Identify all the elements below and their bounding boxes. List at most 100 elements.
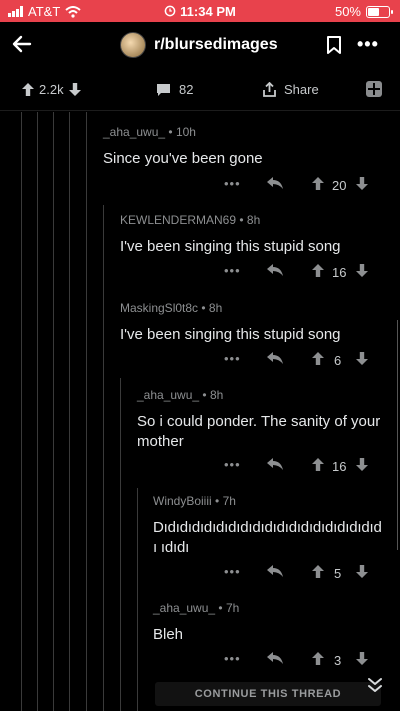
- subreddit-name: r/blursedimages: [154, 36, 278, 53]
- divider: [0, 110, 400, 111]
- comment-age: 8h: [246, 213, 261, 227]
- reply-icon[interactable]: [266, 651, 284, 665]
- comment-age: 10h: [175, 125, 196, 139]
- thread-line: [137, 488, 138, 711]
- more-icon[interactable]: •••: [224, 263, 241, 278]
- more-icon[interactable]: •••: [224, 651, 241, 666]
- comment-meta: _aha_uwu_ • 8h: [137, 388, 224, 402]
- collapse-chevrons-icon[interactable]: [367, 676, 383, 694]
- post-vote: 2.2k: [22, 82, 81, 97]
- comment-meta: KEWLENDERMAN69 • 8h: [120, 213, 261, 227]
- battery-icon: [366, 5, 393, 18]
- clock: 11:34 PM: [180, 4, 236, 19]
- thread-line: [21, 112, 22, 711]
- upvote-icon[interactable]: [312, 652, 324, 665]
- share-icon: [263, 82, 276, 97]
- comment-author[interactable]: MaskingSl0t8c: [120, 301, 198, 315]
- downvote-icon[interactable]: [356, 177, 368, 190]
- more-icon[interactable]: •••: [224, 457, 241, 472]
- comment: _aha_uwu_ • 7h Bleh: [153, 601, 385, 645]
- comment: KEWLENDERMAN69 • 8h I've been singing th…: [120, 213, 392, 257]
- comment-actions: ••• 16: [224, 263, 384, 283]
- more-icon[interactable]: •••: [224, 351, 241, 366]
- comment-body: So i could ponder. The sanity of your mo…: [137, 413, 381, 450]
- thread-line: [397, 320, 398, 550]
- comment-meta: _aha_uwu_ • 7h: [153, 601, 240, 615]
- upvote-icon[interactable]: [312, 264, 324, 277]
- comment-body: Dıdıdıdıdıdıdıdıdıdıdıdıdıdıdıdıdıdıdı ı…: [153, 519, 382, 556]
- downvote-icon[interactable]: [356, 652, 368, 665]
- comment-age: 7h: [225, 601, 240, 615]
- subreddit-title[interactable]: r/blursedimages: [120, 32, 278, 58]
- post-header: r/blursedimages •••: [0, 22, 400, 70]
- thread-line: [86, 112, 87, 711]
- downvote-icon[interactable]: [356, 458, 368, 471]
- status-bar: AT&T 11:34 PM 50%: [0, 0, 400, 22]
- comment-body: Since you've been gone: [103, 150, 263, 167]
- comment-author[interactable]: _aha_uwu_: [137, 388, 199, 402]
- comment-meta: WindyBoiiii • 7h: [153, 494, 236, 508]
- reply-icon[interactable]: [266, 564, 284, 578]
- post-score: 2.2k: [39, 82, 64, 97]
- comment-score: 20: [332, 178, 347, 193]
- continue-thread-button[interactable]: CONTINUE THIS THREAD: [155, 682, 381, 706]
- comment-age: 8h: [208, 301, 223, 315]
- alarm-icon: [164, 5, 176, 17]
- upvote-icon[interactable]: [22, 83, 34, 96]
- comment-age: 7h: [222, 494, 236, 508]
- comment-actions: ••• 6: [224, 351, 384, 371]
- comment: _aha_uwu_ • 8h So i could ponder. The sa…: [137, 388, 382, 452]
- thread-line: [120, 378, 121, 711]
- back-arrow-icon[interactable]: [10, 32, 34, 56]
- comment: _aha_uwu_ • 10h Since you've been gone: [103, 125, 393, 169]
- reply-icon[interactable]: [266, 351, 284, 365]
- comment-author[interactable]: _aha_uwu_: [103, 125, 165, 139]
- more-icon[interactable]: •••: [224, 564, 241, 579]
- reply-icon[interactable]: [266, 457, 284, 471]
- battery-percent: 50%: [334, 4, 361, 19]
- upvote-icon[interactable]: [312, 565, 324, 578]
- upvote-icon[interactable]: [312, 458, 324, 471]
- comment-body: I've been singing this stupid song: [120, 326, 341, 343]
- reply-icon[interactable]: [266, 263, 284, 277]
- award-icon[interactable]: [366, 81, 382, 97]
- comment-score: 16: [332, 265, 347, 280]
- comment: MaskingSl0t8c • 8h I've been singing thi…: [120, 301, 392, 345]
- upvote-icon[interactable]: [312, 177, 324, 190]
- bookmark-icon[interactable]: [326, 35, 342, 55]
- comment-score: 3: [334, 653, 342, 668]
- comment-actions: ••• 16: [224, 457, 384, 477]
- comment-actions: ••• 5: [224, 564, 384, 584]
- more-options-icon[interactable]: •••: [357, 34, 379, 55]
- thread-line: [53, 112, 54, 711]
- comment-body: Bleh: [153, 626, 184, 643]
- comment-score: 5: [334, 566, 342, 581]
- comment-actions: ••• 20: [224, 176, 384, 196]
- subreddit-avatar: [120, 32, 146, 58]
- downvote-icon[interactable]: [356, 565, 368, 578]
- comment-age: 8h: [209, 388, 224, 402]
- comment-author[interactable]: _aha_uwu_: [153, 601, 215, 615]
- status-right: 50%: [334, 4, 393, 19]
- comment-score: 6: [334, 353, 342, 368]
- downvote-icon[interactable]: [356, 264, 368, 277]
- comment: WindyBoiiii • 7h Dıdıdıdıdıdıdıdıdıdıdıd…: [153, 494, 385, 558]
- comment-meta: _aha_uwu_ • 10h: [103, 125, 196, 139]
- comment-actions: ••• 3: [224, 651, 384, 671]
- reply-icon[interactable]: [266, 176, 284, 190]
- thread-line: [69, 112, 70, 711]
- more-icon[interactable]: •••: [224, 176, 241, 191]
- upvote-icon[interactable]: [312, 352, 324, 365]
- comment-author[interactable]: KEWLENDERMAN69: [120, 213, 236, 227]
- downvote-icon[interactable]: [68, 83, 81, 96]
- thread-line: [37, 112, 38, 711]
- share-label: Share: [284, 82, 319, 97]
- share-button[interactable]: Share: [262, 82, 319, 97]
- comment-author[interactable]: WindyBoiiii: [153, 494, 212, 508]
- thread-line: [103, 205, 104, 711]
- comments-count-button[interactable]: 82: [156, 82, 193, 97]
- comment-icon: [157, 83, 170, 96]
- comment-score: 16: [332, 459, 347, 474]
- comment-meta: MaskingSl0t8c • 8h: [120, 301, 223, 315]
- downvote-icon[interactable]: [356, 352, 368, 365]
